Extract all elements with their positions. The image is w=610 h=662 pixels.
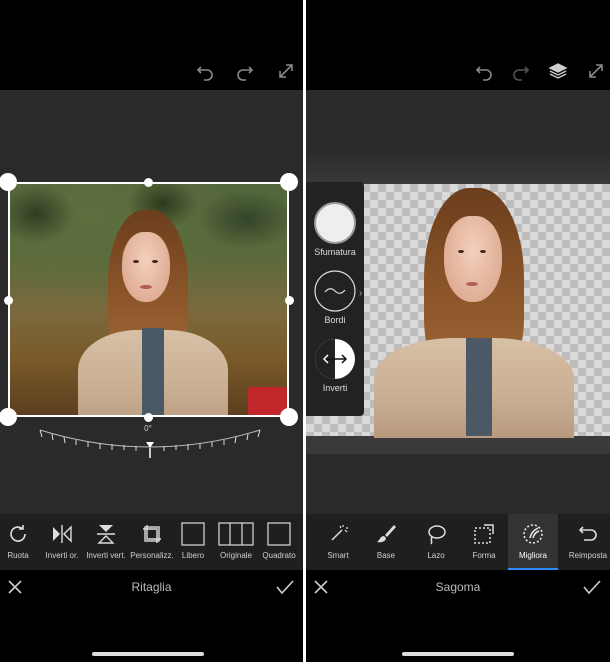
- masked-subject: [374, 188, 574, 438]
- smart-wand-icon: [331, 525, 348, 541]
- tool-lasso[interactable]: Lazo: [418, 514, 454, 570]
- refine-side-panel: Sfumatura Bordi › Inverti: [306, 182, 364, 416]
- feather-icon: [314, 202, 356, 244]
- flip-horizontal-icon: [53, 525, 72, 543]
- tool-original[interactable]: Originale: [216, 514, 256, 570]
- redo-icon[interactable]: [511, 61, 531, 81]
- crop-handle-right[interactable]: [284, 295, 294, 305]
- free-ratio-icon: [181, 522, 205, 546]
- crop-footer: Ritaglia: [0, 574, 303, 602]
- redo-icon[interactable]: [235, 61, 255, 81]
- lasso-icon: [428, 525, 446, 545]
- crop-handle-top-right[interactable]: [280, 173, 298, 191]
- brush-icon: [377, 525, 396, 543]
- tool-custom[interactable]: Personalizz.: [130, 514, 174, 570]
- crop-tools-bar: Ruota Inverti or. Inverti vert. Personal…: [0, 514, 303, 570]
- expand-icon[interactable]: [586, 61, 606, 81]
- flip-vertical-icon: [97, 525, 115, 544]
- edges-wave-icon: [314, 270, 356, 312]
- tool-base[interactable]: Base: [368, 514, 404, 570]
- panel-feather[interactable]: Sfumatura: [311, 202, 359, 257]
- checkmark-icon[interactable]: [582, 578, 602, 596]
- shape-icon: [474, 524, 494, 544]
- tool-flip-vertical[interactable]: Inverti vert.: [86, 514, 126, 570]
- tool-reset[interactable]: Reimposta: [568, 514, 608, 570]
- refine-icon: [523, 524, 543, 544]
- footer-title: Sagoma: [435, 580, 481, 594]
- crop-handle-left[interactable]: [3, 295, 13, 305]
- chevron-right-icon[interactable]: ›: [359, 288, 369, 302]
- top-toolbar: [0, 52, 303, 90]
- panel-edges[interactable]: Bordi: [311, 270, 359, 325]
- crop-frame[interactable]: [8, 182, 289, 417]
- mask-tools-bar: Smart Base Lazo Forma Migliora Reimposta: [306, 514, 610, 570]
- tool-square[interactable]: Quadrato: [262, 514, 296, 570]
- mask-footer: Sagoma: [306, 574, 610, 602]
- undo-icon[interactable]: [195, 61, 215, 81]
- mask-screen: Sfumatura Bordi › Inverti Smart Base Laz…: [306, 0, 610, 662]
- home-indicator: [92, 652, 204, 656]
- footer-title: Ritaglia: [131, 580, 172, 594]
- expand-icon[interactable]: [276, 61, 296, 81]
- custom-crop-icon: [143, 525, 161, 543]
- top-toolbar: [306, 52, 610, 90]
- tool-free[interactable]: Libero: [178, 514, 208, 570]
- crop-handle-top[interactable]: [143, 177, 153, 187]
- rotate-icon: [10, 525, 26, 542]
- tool-shape[interactable]: Forma: [466, 514, 502, 570]
- square-ratio-icon: [267, 522, 291, 546]
- original-ratio-icon: [218, 522, 254, 546]
- tool-smart[interactable]: Smart: [320, 514, 356, 570]
- tool-refine[interactable]: Migliora: [508, 514, 558, 570]
- reset-icon: [578, 526, 597, 541]
- layers-icon[interactable]: [548, 61, 568, 81]
- invert-arrows-icon: [315, 339, 355, 379]
- tool-flip-horizontal[interactable]: Inverti or.: [44, 514, 80, 570]
- panel-invert[interactable]: Inverti: [311, 338, 359, 393]
- checkmark-icon[interactable]: [275, 578, 295, 596]
- tool-rotate[interactable]: Ruota: [2, 514, 34, 570]
- crop-screen: 0° Ruota Inverti or. Inverti vert. Perso…: [0, 0, 303, 662]
- rotation-dial[interactable]: [30, 424, 270, 464]
- crop-handle-bottom[interactable]: [143, 412, 153, 422]
- undo-icon[interactable]: [474, 61, 494, 81]
- home-indicator: [402, 652, 514, 656]
